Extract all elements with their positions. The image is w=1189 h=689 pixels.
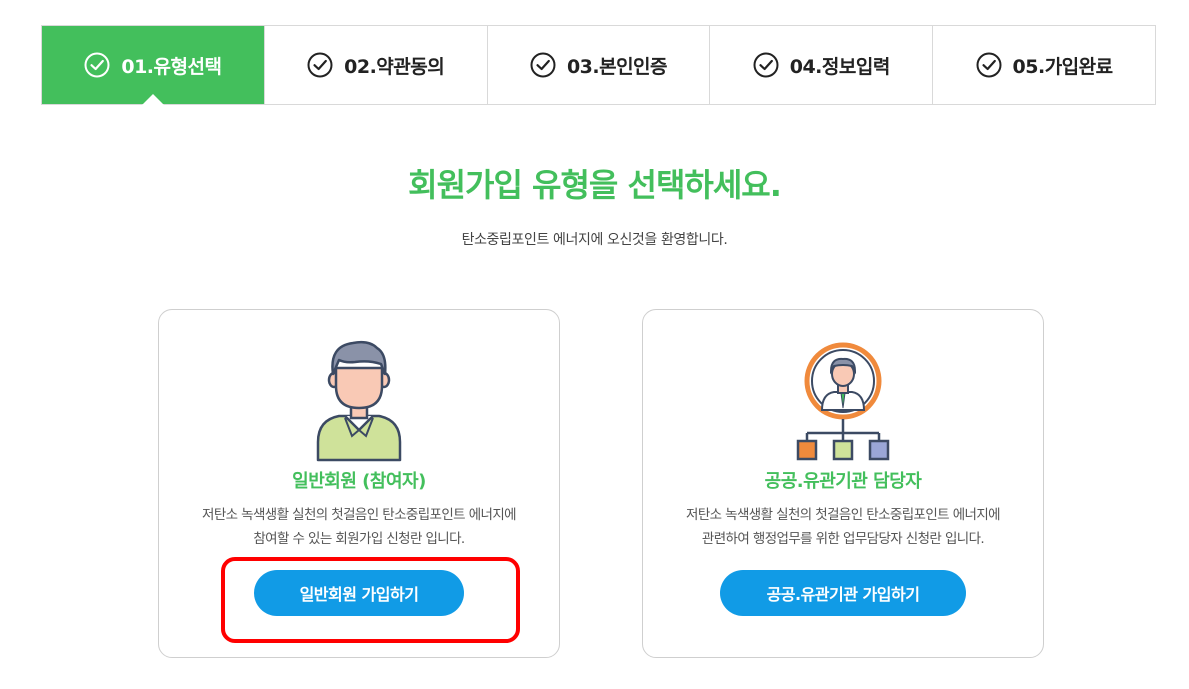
step-label: 02.약관동의 — [344, 55, 445, 78]
general-member-card: 일반회원 (참여자) 저탄소 녹색생활 실천의 첫걸음인 탄소중립포인트 에너지… — [158, 309, 560, 658]
public-institution-signup-button[interactable]: 공공.유관기관 가입하기 — [720, 570, 966, 616]
card-description-line: 저탄소 녹색생활 실천의 첫걸음인 탄소중립포인트 에너지에 — [686, 507, 1001, 523]
signup-steps-bar: 01.유형선택 02.약관동의 03.본인인증 04.정보입력 05.가입완료 — [41, 25, 1156, 105]
page-title: 회원가입 유형을 선택하세요. — [408, 166, 782, 204]
step-label: 03.본인인증 — [566, 55, 668, 78]
card-title: 일반회원 (참여자) — [292, 471, 426, 492]
card-description-line: 참여할 수 있는 회원가입 신청란 입니다. — [253, 531, 465, 547]
check-circle-icon — [530, 52, 556, 78]
card-description-line: 관련하여 행정업무를 위한 업무담당자 신청란 입니다. — [701, 531, 985, 547]
step-terms-agree: 02.약관동의 — [263, 26, 487, 104]
org-chart-manager-icon — [643, 338, 1043, 468]
check-circle-icon — [976, 52, 1002, 78]
general-member-signup-button[interactable]: 일반회원 가입하기 — [254, 570, 464, 616]
check-circle-icon — [84, 52, 110, 78]
step-info-input: 04.정보입력 — [709, 26, 932, 104]
signup-type-page: 01.유형선택 02.약관동의 03.본인인증 04.정보입력 05.가입완료 … — [0, 0, 1189, 689]
card-description-line: 저탄소 녹색생활 실천의 첫걸음인 탄소중립포인트 에너지에 — [202, 507, 517, 523]
person-icon — [159, 338, 559, 468]
step-identity-verify: 03.본인인증 — [486, 26, 710, 104]
card-title: 공공.유관기관 담당자 — [764, 471, 922, 492]
step-label: 01.유형선택 — [121, 55, 222, 78]
step-type-select: 01.유형선택 — [42, 26, 264, 105]
check-circle-icon — [307, 52, 333, 78]
public-institution-card: 공공.유관기관 담당자 저탄소 녹색생활 실천의 첫걸음인 탄소중립포인트 에너… — [642, 309, 1044, 658]
step-signup-complete: 05.가입완료 — [932, 26, 1155, 104]
check-circle-icon — [753, 52, 779, 78]
step-label: 04.정보입력 — [789, 55, 891, 78]
step-label: 05.가입완료 — [1012, 55, 1114, 78]
page-subtitle: 탄소중립포인트 에너지에 오신것을 환영합니다. — [461, 232, 728, 248]
card-description: 저탄소 녹색생활 실천의 첫걸음인 탄소중립포인트 에너지에 참여할 수 있는 … — [159, 503, 559, 551]
card-description: 저탄소 녹색생활 실천의 첫걸음인 탄소중립포인트 에너지에 관련하여 행정업무… — [643, 503, 1043, 551]
